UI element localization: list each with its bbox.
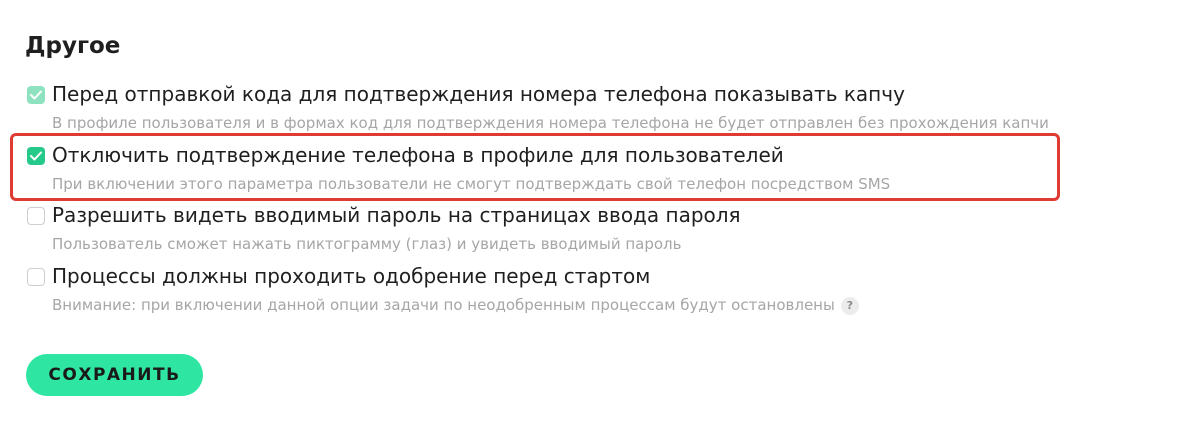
option-description: В профиле пользователя и в формах код дл… — [52, 114, 1049, 132]
checkbox-show-password[interactable] — [27, 207, 45, 225]
help-icon[interactable]: ? — [840, 297, 859, 315]
option-description: При включении этого параметра пользовате… — [52, 175, 891, 193]
section-title: Другое — [25, 33, 121, 59]
checkbox-process-approval[interactable] — [27, 268, 45, 286]
option-label[interactable]: Процессы должны проходить одобрение пере… — [52, 262, 650, 290]
settings-section-other: Другое Перед отправкой кода для подтверж… — [0, 0, 1199, 426]
option-description: Пользователь сможет нажать пиктограмму (… — [52, 235, 682, 253]
option-label[interactable]: Разрешить видеть вводимый пароль на стра… — [52, 201, 741, 229]
option-description: Внимание: при включении данной опции зад… — [52, 296, 835, 314]
check-icon — [30, 90, 42, 100]
option-label[interactable]: Отключить подтверждение телефона в профи… — [52, 141, 784, 169]
option-label[interactable]: Перед отправкой кода для подтверждения н… — [52, 80, 905, 108]
option-description-wrapper: Внимание: при включении данной опции зад… — [52, 295, 859, 315]
check-icon — [30, 151, 42, 161]
save-button[interactable]: СОХРАНИТЬ — [26, 354, 203, 396]
checkbox-captcha-before-code[interactable] — [27, 86, 45, 104]
checkbox-disable-phone-confirmation[interactable] — [27, 147, 45, 165]
